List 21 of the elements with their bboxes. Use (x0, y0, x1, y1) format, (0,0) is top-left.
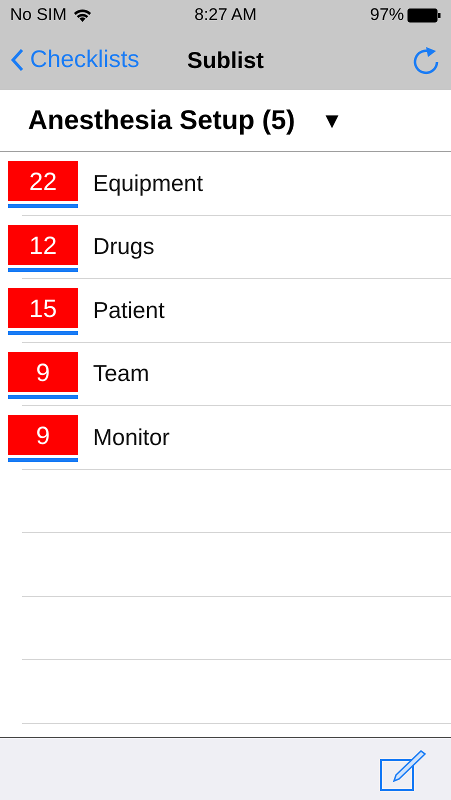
list-title: Anesthesia Setup (5) (28, 105, 296, 136)
item-label[interactable]: Team (93, 360, 150, 388)
nav-title: Sublist (187, 46, 264, 72)
compose-icon[interactable] (379, 748, 427, 792)
clock: 8:27 AM (194, 5, 257, 24)
wifi-icon (72, 8, 92, 22)
battery-percent: 97% (370, 5, 404, 25)
count-badge: 9 (8, 415, 78, 462)
carrier: No SIM (10, 5, 67, 25)
count-badge: 12 (8, 224, 78, 272)
item-label[interactable]: Drugs (93, 233, 154, 260)
dropdown-caret[interactable]: ▼ (321, 108, 343, 134)
item-label[interactable]: Equipment (93, 170, 203, 197)
item-label[interactable]: Patient (93, 296, 165, 324)
item-label[interactable]: Monitor (93, 424, 170, 451)
refresh-icon[interactable] (411, 45, 441, 75)
count-badge: 9 (8, 352, 78, 398)
count-badge: 22 (8, 161, 78, 208)
count-badge: 15 (8, 288, 78, 335)
battery-icon (407, 8, 442, 22)
chevron-icon (10, 48, 24, 72)
